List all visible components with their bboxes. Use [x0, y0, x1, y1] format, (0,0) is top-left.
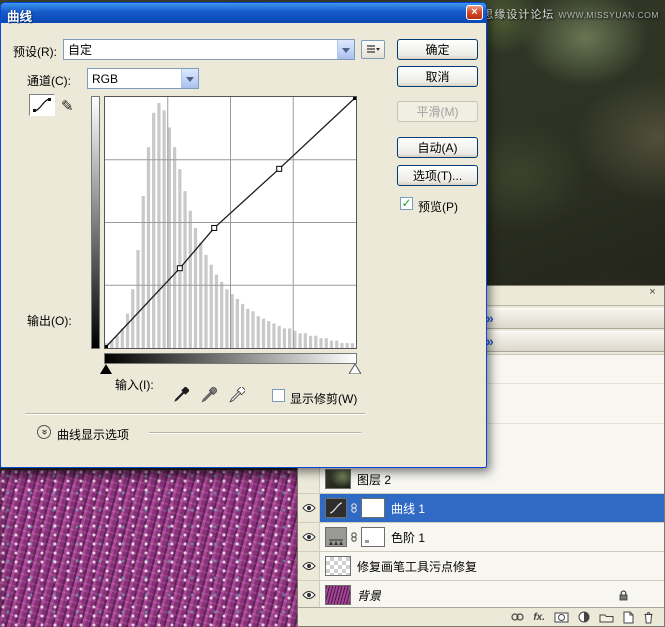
watermark: 思缘设计论坛 WWW.MISSYUAN.COM	[482, 6, 659, 22]
expand-arrows-icon[interactable]: »	[486, 333, 494, 349]
new-adjustment-layer-icon[interactable]	[578, 611, 590, 623]
layer-mask-thumbnail[interactable]	[361, 498, 385, 518]
smooth-button: 平滑(M)	[397, 101, 478, 122]
black-point-slider[interactable]	[100, 363, 112, 377]
gray-point-eyedropper-icon[interactable]	[201, 385, 219, 403]
curve-graph[interactable]	[104, 96, 357, 349]
options-button[interactable]: 选项(T)...	[397, 165, 478, 186]
layer-name: 图层 2	[357, 472, 392, 487]
layer-row-levels1[interactable]: 色阶 1	[298, 523, 664, 552]
input-gradient-bar[interactable]	[104, 353, 357, 364]
black-point-eyedropper-icon[interactable]	[173, 386, 190, 403]
link-layers-icon[interactable]	[511, 612, 524, 622]
chevron-down-icon[interactable]	[181, 69, 198, 88]
layer-row-background[interactable]: 背景	[298, 581, 664, 610]
expand-options-icon[interactable]: »	[37, 425, 51, 439]
layer-row-layer2[interactable]: 图层 2	[298, 465, 664, 494]
new-group-icon[interactable]	[599, 612, 614, 623]
screen: 思缘设计论坛 WWW.MISSYUAN.COM × » » 图层 2 曲线 1 …	[0, 0, 665, 627]
cancel-button[interactable]: 取消	[397, 66, 478, 87]
eye-icon	[301, 562, 316, 570]
output-gradient-bar[interactable]	[91, 96, 100, 349]
visibility-toggle[interactable]	[298, 494, 320, 522]
preset-value: 自定	[68, 43, 93, 57]
visibility-toggle[interactable]	[298, 523, 320, 551]
expand-arrows-icon[interactable]: »	[486, 310, 494, 326]
layer-name: 修复画笔工具污点修复	[357, 559, 478, 574]
channel-value: RGB	[92, 71, 119, 86]
curve-tool-icon	[33, 98, 51, 112]
preset-options-icon	[367, 45, 380, 53]
document-canvas-fabric[interactable]	[0, 470, 300, 627]
layer-thumbnail[interactable]	[325, 585, 351, 605]
add-layer-mask-icon[interactable]	[554, 612, 569, 623]
layer-row-healing[interactable]: 修复画笔工具污点修复	[298, 552, 664, 581]
layer-thumbnail[interactable]	[325, 469, 351, 489]
dialog-title: 曲线	[7, 10, 33, 24]
layer-style-icon[interactable]: fx.	[533, 612, 545, 623]
layer-name: 背景	[357, 588, 382, 603]
ok-button[interactable]: 确定	[397, 39, 478, 60]
white-point-eyedropper-icon[interactable]	[229, 385, 247, 403]
auto-button[interactable]: 自动(A)	[397, 137, 478, 158]
levels-glyph-icon	[329, 539, 343, 545]
visibility-toggle[interactable]	[298, 465, 320, 493]
panel-close-icon[interactable]: ×	[646, 287, 659, 300]
curve-tool-button[interactable]	[29, 94, 55, 116]
preview-checkbox[interactable]: ✓	[400, 197, 413, 210]
dialog-titlebar[interactable]: 曲线 ×	[1, 3, 486, 24]
layer-name: 色阶 1	[391, 530, 426, 545]
preview-label: 预览(P)	[418, 200, 458, 214]
curves-dialog: 曲线 × 预设(R): 自定 确定 取消 平滑(M) 自动(A) 选项(T)..…	[0, 2, 487, 468]
mask-link-icon[interactable]	[349, 532, 359, 542]
layers-toolbar: fx.	[298, 607, 664, 626]
watermark-site-url: WWW.MISSYUAN.COM	[558, 10, 659, 20]
preset-label: 预设(R):	[13, 45, 57, 59]
close-button[interactable]: ×	[466, 5, 483, 20]
layer-name: 曲线 1	[391, 501, 426, 516]
preset-dropdown[interactable]: 自定	[63, 39, 355, 60]
levels-adjustment-thumbnail[interactable]	[325, 527, 347, 547]
mask-link-icon[interactable]	[349, 503, 359, 513]
layer-thumbnail[interactable]	[325, 556, 351, 576]
separator	[25, 413, 365, 415]
preset-options-button[interactable]	[361, 40, 385, 59]
show-clipping-checkbox[interactable]	[272, 389, 285, 402]
eye-icon	[301, 533, 316, 541]
show-clipping-label: 显示修剪(W)	[290, 392, 358, 406]
output-label: 输出(O):	[27, 314, 72, 328]
layer-mask-thumbnail[interactable]	[361, 527, 385, 547]
curves-adjustment-thumbnail[interactable]	[325, 498, 347, 518]
eye-icon	[301, 504, 316, 512]
watermark-site-name: 思缘设计论坛	[482, 9, 555, 21]
display-options-label: 曲线显示选项	[57, 428, 130, 442]
delete-layer-icon[interactable]	[643, 611, 654, 624]
input-label: 输入(I):	[115, 378, 154, 392]
visibility-toggle[interactable]	[298, 552, 320, 580]
new-layer-icon[interactable]	[623, 611, 634, 624]
layer-row-curves1[interactable]: 曲线 1	[298, 494, 664, 523]
channel-label: 通道(C):	[27, 74, 71, 88]
channel-dropdown[interactable]: RGB	[87, 68, 199, 89]
lock-icon	[619, 589, 628, 601]
eye-icon	[301, 591, 316, 599]
mask-paint-spot	[365, 540, 369, 543]
curve-plot-svg	[105, 97, 356, 348]
visibility-toggle[interactable]	[298, 581, 320, 609]
chevron-down-icon[interactable]	[337, 40, 354, 59]
white-point-slider[interactable]	[348, 363, 362, 377]
options-rule	[149, 432, 361, 434]
curve-glyph-icon	[329, 502, 343, 514]
pencil-tool-icon[interactable]: ✎	[61, 97, 74, 115]
